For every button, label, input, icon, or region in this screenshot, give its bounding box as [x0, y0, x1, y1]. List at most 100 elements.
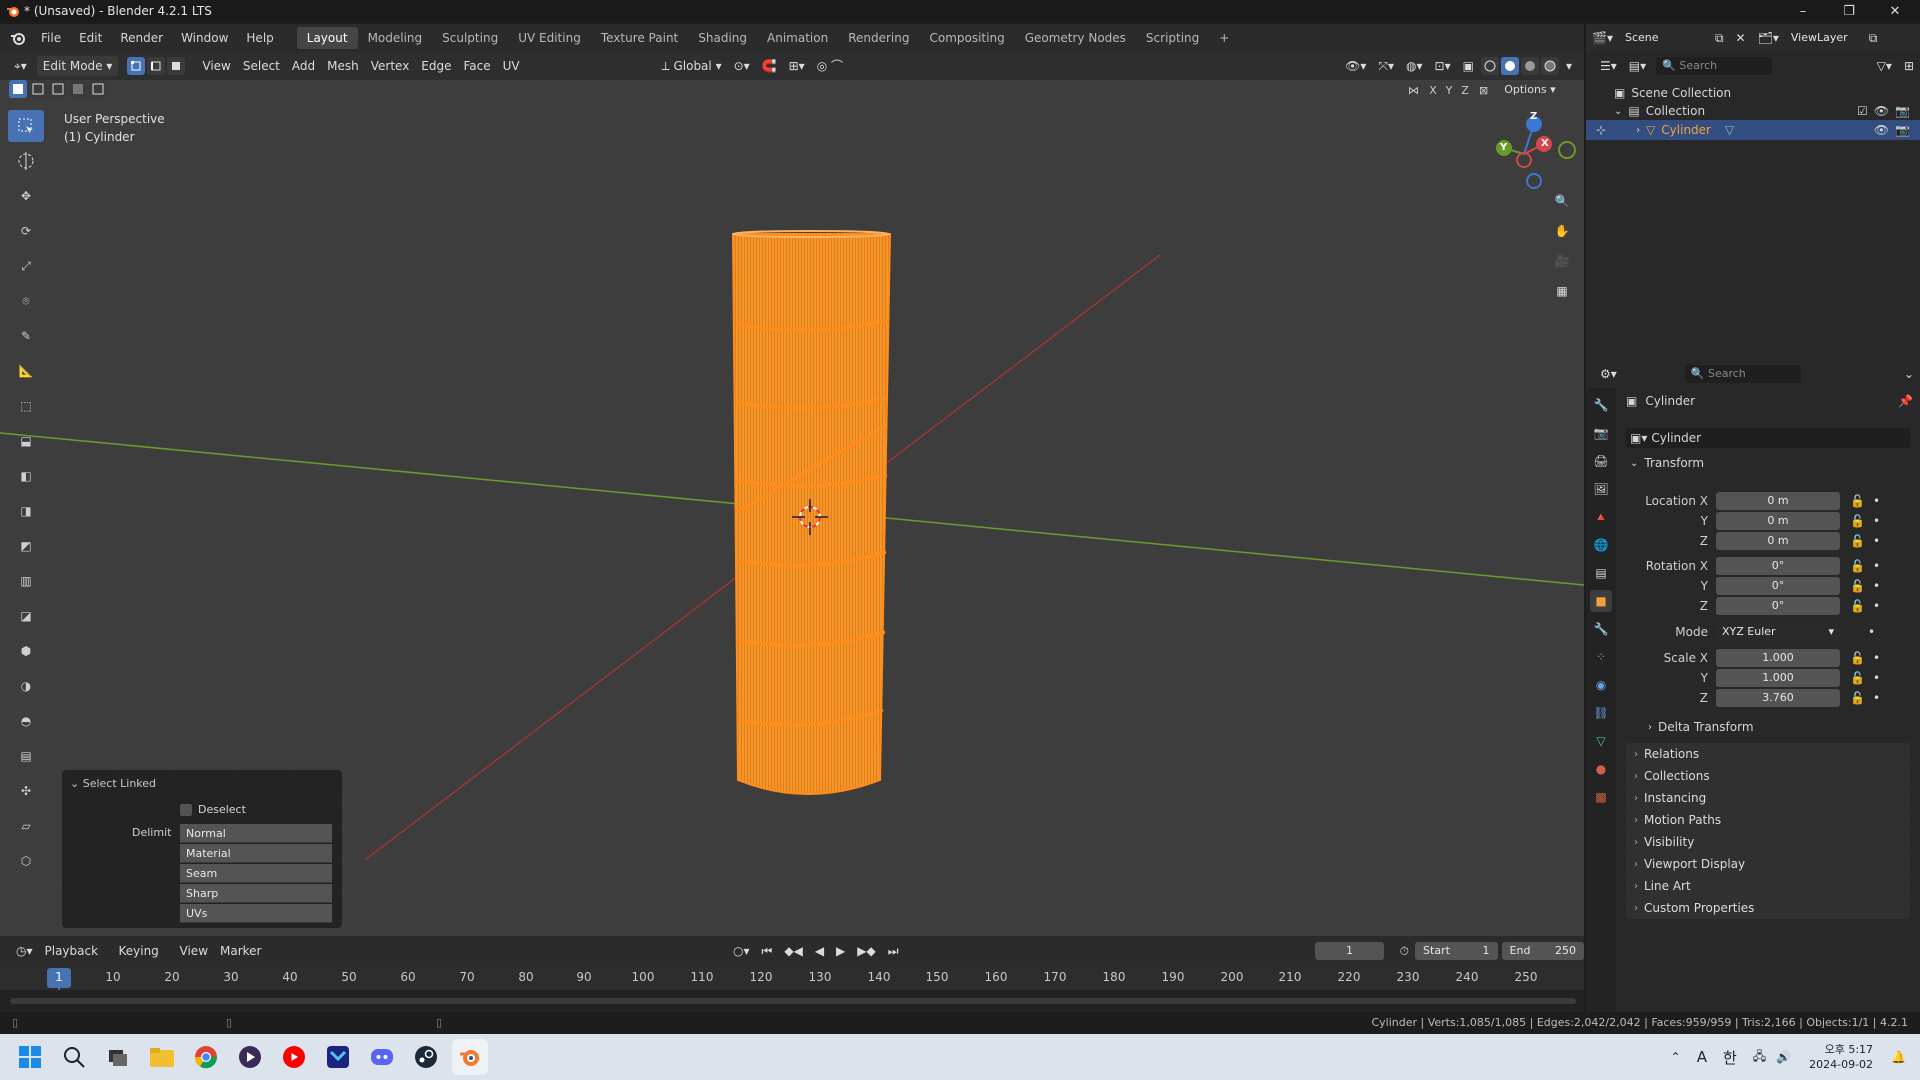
menu-vertex[interactable]: Vertex	[365, 56, 416, 76]
windows-start-icon[interactable]	[12, 1039, 48, 1075]
properties-options-icon[interactable]: ⌄	[1898, 364, 1920, 384]
tab-texture-paint[interactable]: Texture Paint	[591, 27, 688, 49]
shear-tool-icon[interactable]: ▱	[8, 810, 44, 842]
line-art-panel[interactable]: › Line Art	[1626, 875, 1910, 897]
edge-select-icon[interactable]	[147, 57, 166, 75]
rotation-mode-dropdown[interactable]: XYZ Euler ▾	[1716, 623, 1840, 641]
lock-icon[interactable]: 🔓	[1850, 559, 1865, 573]
new-collection-icon[interactable]: ⊞	[1898, 56, 1920, 76]
camera-view-icon[interactable]: 🎥	[1548, 254, 1576, 284]
delimit-seam[interactable]: Seam	[180, 864, 332, 883]
auto-keying-icon[interactable]: ○▾	[727, 941, 756, 961]
tab-layout[interactable]: Layout	[296, 27, 358, 49]
scale-z-field[interactable]: 3.760	[1716, 689, 1840, 707]
preview-range-icon[interactable]: ⏱	[1394, 941, 1415, 961]
current-frame-field[interactable]: 1	[1315, 942, 1384, 960]
tab-geometry-nodes[interactable]: Geometry Nodes	[1015, 27, 1136, 49]
knife-tool-icon[interactable]: ◪	[8, 600, 44, 632]
keyframe-dot-icon[interactable]: •	[1873, 599, 1880, 613]
display-mode-icon[interactable]: ▤▾	[1623, 56, 1652, 76]
menu-timeline-view[interactable]: View	[174, 941, 214, 961]
relations-panel[interactable]: › Relations	[1626, 743, 1910, 765]
remove-scene-icon[interactable]: ✕	[1730, 28, 1752, 48]
menu-uv[interactable]: UV	[497, 56, 526, 76]
jump-end-icon[interactable]: ⏭	[882, 941, 905, 961]
select-intersect-icon[interactable]	[89, 80, 107, 98]
keyframe-dot-icon[interactable]: •	[1873, 691, 1880, 705]
gizmo-icon[interactable]: ⤧▾	[1372, 56, 1400, 76]
object-render-icon[interactable]: 📷	[1895, 123, 1910, 137]
keyframe-dot-icon[interactable]: •	[1873, 651, 1880, 665]
properties-search-input[interactable]: 🔍 Search	[1684, 365, 1801, 383]
particles-tab-icon[interactable]: ⁘	[1590, 646, 1612, 668]
menu-file[interactable]: File	[32, 27, 70, 49]
discord-icon[interactable]	[364, 1039, 400, 1075]
custom-properties-panel[interactable]: › Custom Properties	[1626, 897, 1910, 919]
collection-tab-icon[interactable]: ▤	[1590, 562, 1612, 584]
instancing-panel[interactable]: › Instancing	[1626, 787, 1910, 809]
clock[interactable]: 오후 5:17 2024-09-02	[1809, 1042, 1873, 1072]
keyframe-dot-icon[interactable]: •	[1873, 671, 1880, 685]
close-button[interactable]: ✕	[1872, 0, 1918, 22]
transform-panel-header[interactable]: ⌄ Transform	[1630, 456, 1704, 470]
transform-tool-icon[interactable]: ⌾	[8, 285, 44, 317]
add-workspace-icon[interactable]: +	[1209, 27, 1239, 49]
lock-icon[interactable]: 🔓	[1850, 691, 1865, 705]
rotate-tool-icon[interactable]: ⟳	[8, 215, 44, 247]
filter-icon[interactable]: ▽▾	[1871, 56, 1898, 76]
select-invert-icon[interactable]	[69, 80, 87, 98]
properties-editor-type-icon[interactable]: ⚙▾	[1594, 364, 1623, 384]
mesh-overlay-icon[interactable]: ⊡▾	[1429, 56, 1457, 76]
pivot-icon[interactable]: ⊙▾	[728, 56, 756, 76]
menu-face[interactable]: Face	[458, 56, 497, 76]
lock-icon[interactable]: 🔓	[1850, 494, 1865, 508]
deselect-checkbox[interactable]	[180, 803, 192, 816]
keyframe-dot-icon[interactable]: •	[1868, 625, 1875, 639]
orientation-dropdown[interactable]: ⟂ Global ▾	[656, 56, 728, 76]
pan-hand-icon[interactable]: ✋	[1548, 224, 1576, 254]
menu-render[interactable]: Render	[111, 27, 172, 49]
timeline-editor-type-icon[interactable]: ◷▾	[10, 941, 39, 961]
select-new-icon[interactable]	[9, 80, 27, 98]
spin-tool-icon[interactable]: ◑	[8, 670, 44, 702]
tab-shading[interactable]: Shading	[688, 27, 757, 49]
menu-add[interactable]: Add	[286, 56, 321, 76]
axis-y-toggle[interactable]: Y	[1441, 84, 1457, 97]
select-box-tool-icon[interactable]	[8, 110, 44, 142]
constraints-tab-icon[interactable]: ⛓	[1590, 702, 1612, 724]
tab-scripting[interactable]: Scripting	[1136, 27, 1209, 49]
mesh-data-icon[interactable]: ▽	[1725, 123, 1734, 137]
delimit-uvs[interactable]: UVs	[180, 904, 332, 923]
task-view-icon[interactable]	[100, 1039, 136, 1075]
solid-shading-icon[interactable]	[1500, 57, 1519, 75]
delta-transform-subpanel[interactable]: › Delta Transform	[1648, 720, 1754, 734]
snap-target-icon[interactable]: ⊞▾	[783, 56, 811, 76]
outliner-collection[interactable]: ⌄ ▤ Collection ☑ 👁 📷	[1586, 102, 1920, 120]
expand-object-icon[interactable]: ›	[1636, 125, 1640, 136]
location-y-field[interactable]: 0 m	[1716, 512, 1840, 530]
menu-edit[interactable]: Edit	[70, 27, 111, 49]
material-shading-icon[interactable]	[1520, 57, 1539, 75]
tool-tab-icon[interactable]: 🔧	[1590, 394, 1612, 416]
physics-tab-icon[interactable]: ◉	[1590, 674, 1612, 696]
volume-icon[interactable]: 🔊	[1776, 1050, 1791, 1064]
delimit-normal[interactable]: Normal	[180, 824, 332, 843]
lock-icon[interactable]: 🔓	[1850, 599, 1865, 613]
collections-panel[interactable]: › Collections	[1626, 765, 1910, 787]
delimit-material[interactable]: Material	[180, 844, 332, 863]
jump-start-icon[interactable]: ⏮	[756, 941, 779, 961]
mode-dropdown[interactable]: Edit Mode ▾	[36, 56, 119, 76]
collection-render-icon[interactable]: 📷	[1895, 104, 1910, 118]
scale-tool-icon[interactable]: ⤢	[8, 250, 44, 282]
wireframe-shading-icon[interactable]	[1480, 57, 1499, 75]
rotation-y-field[interactable]: 0°	[1716, 577, 1840, 595]
outliner-scene-collection[interactable]: ▣ Scene Collection	[1586, 84, 1920, 102]
blender-menu-icon[interactable]	[10, 30, 26, 46]
lock-icon[interactable]: 🔓	[1850, 534, 1865, 548]
extrude-manifold-tool-icon[interactable]: ◧	[8, 460, 44, 492]
location-x-field[interactable]: 0 m	[1716, 492, 1840, 510]
menu-playback[interactable]: Playback ▾	[39, 941, 113, 978]
location-z-field[interactable]: 0 m	[1716, 532, 1840, 550]
select-subtract-icon[interactable]	[49, 80, 67, 98]
loop-cut-tool-icon[interactable]: ▥	[8, 565, 44, 597]
